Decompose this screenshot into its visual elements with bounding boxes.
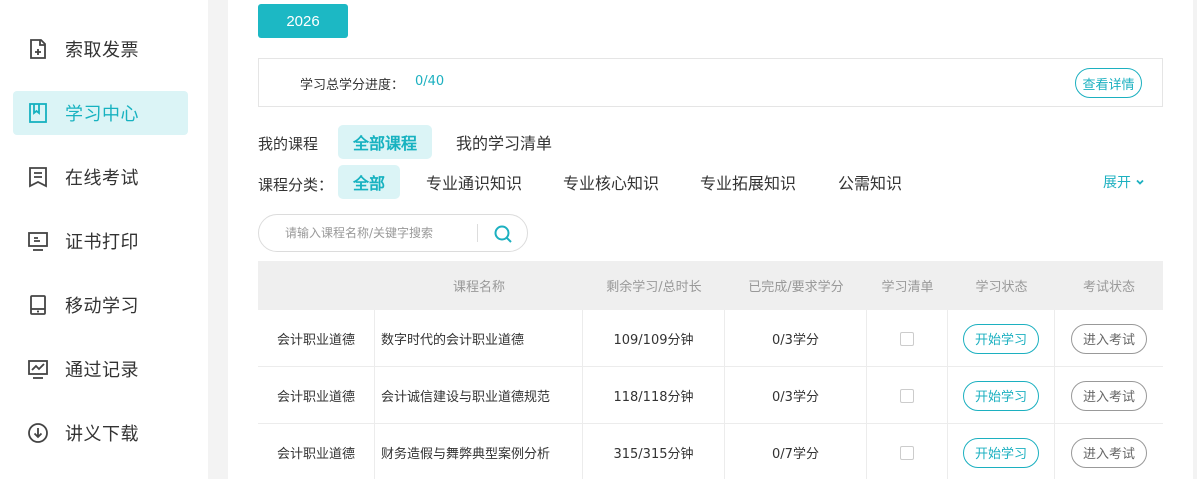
course-name-cell: 会计诚信建设与职业道德规范 <box>375 367 583 424</box>
duration-cell: 118/118分钟 <box>583 367 725 424</box>
invoice-icon <box>27 38 49 60</box>
sidebar-item-label: 学习中心 <box>65 104 139 125</box>
sidebar-item-handout-download[interactable]: 讲义下载 <box>13 411 188 455</box>
credits-cell: 0/3学分 <box>725 310 867 367</box>
sidebar-item-label: 通过记录 <box>65 360 139 381</box>
expand-label: 展开 <box>1103 175 1131 191</box>
table-header: 课程名称 剩余学习/总时长 已完成/要求学分 学习清单 学习状态 考试状态 <box>258 261 1163 310</box>
course-category-label: 课程分类： <box>258 176 334 194</box>
search-icon[interactable] <box>491 222 515 246</box>
study-status-cell: 开始学习 <box>948 367 1055 424</box>
sidebar-item-label: 在线考试 <box>65 168 139 189</box>
tablet-icon <box>27 294 49 316</box>
book-icon <box>27 102 49 124</box>
course-category-cell: 会计职业道德 <box>258 367 375 424</box>
column-header: 课程名称 <box>452 280 505 295</box>
credit-progress-value: 0/40 <box>415 74 445 89</box>
sidebar-item-certificate-print[interactable]: 证书打印 <box>13 219 188 263</box>
sidebar-item-label: 证书打印 <box>65 232 139 253</box>
credit-progress-panel: 学习总学分进度： 0/40 查看详情 <box>258 58 1163 107</box>
exam-status-cell: 进入考试 <box>1055 367 1163 424</box>
exam-icon <box>27 166 49 188</box>
study-list-cell <box>867 310 948 367</box>
sidebar-item-mobile-learning[interactable]: 移动学习 <box>13 283 188 327</box>
column-header: 学习状态 <box>975 280 1028 295</box>
study-status-cell: 开始学习 <box>948 310 1055 367</box>
tab-my-study-list[interactable]: 我的学习清单 <box>446 125 562 159</box>
start-learning-button[interactable]: 开始学习 <box>963 323 1039 354</box>
chevron-down-icon <box>1135 177 1145 187</box>
study-list-cell <box>867 367 948 424</box>
column-header: 考试状态 <box>1082 280 1135 295</box>
search-divider <box>477 224 478 242</box>
sidebar-item-learning-center[interactable]: 学习中心 <box>13 91 188 135</box>
search-input[interactable] <box>285 223 475 243</box>
category-all[interactable]: 全部 <box>338 165 400 199</box>
sidebar-item-online-exam[interactable]: 在线考试 <box>13 155 188 199</box>
credits-cell: 0/7学分 <box>725 424 867 479</box>
column-header <box>258 261 375 310</box>
sidebar-item-label: 讲义下载 <box>65 424 139 445</box>
monitor-icon <box>27 230 49 252</box>
sidebar: 索取发票 学习中心 在线考试 证书打印 移动学习 通过记录 讲义下载 <box>0 0 208 479</box>
sidebar-item-invoice[interactable]: 索取发票 <box>13 27 188 71</box>
tab-all-courses[interactable]: 全部课程 <box>338 125 432 159</box>
table-row: 会计职业道德 数字时代的会计职业道德 109/109分钟 0/3学分 开始学习 … <box>258 310 1163 367</box>
study-status-cell: 开始学习 <box>948 424 1055 479</box>
enter-exam-button[interactable]: 进入考试 <box>1071 323 1147 354</box>
credits-cell: 0/3学分 <box>725 367 867 424</box>
sidebar-item-pass-records[interactable]: 通过记录 <box>13 347 188 391</box>
table-row: 会计职业道德 财务造假与舞弊典型案例分析 315/315分钟 0/7学分 开始学… <box>258 424 1163 479</box>
category-general-knowledge[interactable]: 专业通识知识 <box>414 165 534 199</box>
year-button[interactable]: 2026 <box>258 4 348 38</box>
category-extended-knowledge[interactable]: 专业拓展知识 <box>688 165 808 199</box>
page-edge <box>1193 0 1197 479</box>
category-public-knowledge[interactable]: 公需知识 <box>825 165 915 199</box>
my-courses-label: 我的课程 <box>258 135 319 153</box>
study-list-checkbox[interactable] <box>900 388 914 403</box>
exam-status-cell: 进入考试 <box>1055 310 1163 367</box>
expand-toggle[interactable]: 展开 <box>1103 172 1145 192</box>
course-category-cell: 会计职业道德 <box>258 310 375 367</box>
column-header: 学习清单 <box>881 280 934 295</box>
column-header: 已完成/要求学分 <box>748 280 844 295</box>
app: 索取发票 学习中心 在线考试 证书打印 移动学习 通过记录 讲义下载 2026 … <box>0 0 1197 479</box>
sidebar-item-label: 索取发票 <box>65 40 139 61</box>
download-icon <box>27 422 49 444</box>
course-name-cell: 财务造假与舞弊典型案例分析 <box>375 424 583 479</box>
course-search <box>258 214 528 252</box>
enter-exam-button[interactable]: 进入考试 <box>1071 437 1147 468</box>
study-list-cell <box>867 424 948 479</box>
enter-exam-button[interactable]: 进入考试 <box>1071 380 1147 411</box>
course-name-cell: 数字时代的会计职业道德 <box>375 310 583 367</box>
chart-icon <box>27 358 49 380</box>
category-core-knowledge[interactable]: 专业核心知识 <box>551 165 671 199</box>
course-category-cell: 会计职业道德 <box>258 424 375 479</box>
exam-status-cell: 进入考试 <box>1055 424 1163 479</box>
view-details-button[interactable]: 查看详情 <box>1075 68 1142 98</box>
column-header: 剩余学习/总时长 <box>606 280 702 295</box>
duration-cell: 109/109分钟 <box>583 310 725 367</box>
sidebar-item-label: 移动学习 <box>65 296 139 317</box>
start-learning-button[interactable]: 开始学习 <box>963 437 1039 468</box>
study-list-checkbox[interactable] <box>900 331 914 346</box>
credit-progress-label: 学习总学分进度： <box>300 78 405 93</box>
start-learning-button[interactable]: 开始学习 <box>963 380 1039 411</box>
table-row: 会计职业道德 会计诚信建设与职业道德规范 118/118分钟 0/3学分 开始学… <box>258 367 1163 424</box>
main-content: 2026 学习总学分进度： 0/40 查看详情 我的课程 全部课程 我的学习清单… <box>228 0 1193 479</box>
study-list-checkbox[interactable] <box>900 445 914 460</box>
duration-cell: 315/315分钟 <box>583 424 725 479</box>
